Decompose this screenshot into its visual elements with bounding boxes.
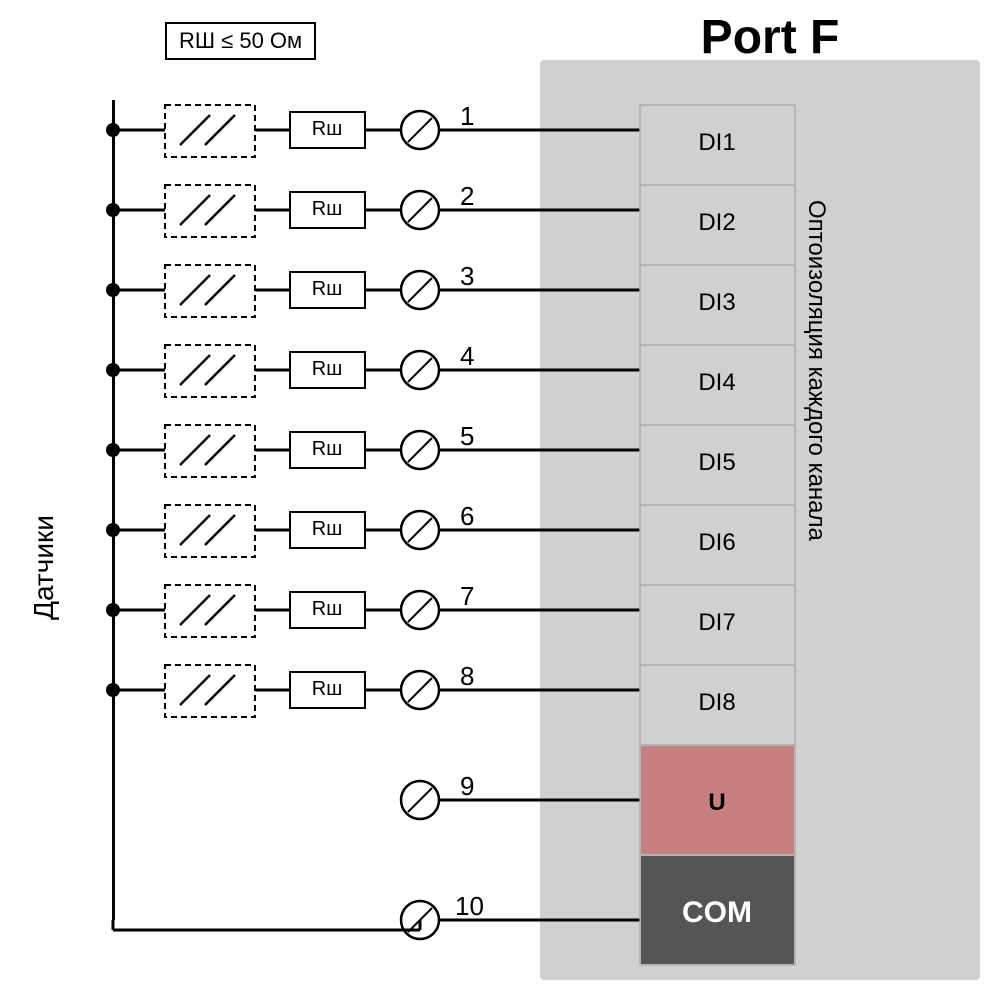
- svg-text:9: 9: [460, 771, 474, 801]
- svg-text:8: 8: [460, 661, 474, 691]
- svg-text:Rш: Rш: [312, 358, 343, 380]
- svg-text:Rш: Rш: [312, 598, 343, 620]
- svg-text:Rш: Rш: [312, 518, 343, 540]
- svg-text:Rш: Rш: [312, 278, 343, 300]
- svg-text:DI2: DI2: [698, 209, 735, 236]
- svg-text:DI4: DI4: [698, 369, 735, 396]
- svg-text:Rш: Rш: [312, 678, 343, 700]
- svg-text:7: 7: [460, 581, 474, 611]
- svg-text:6: 6: [460, 501, 474, 531]
- diagram-svg: Rш 1 Rш 2 Rш 3: [0, 0, 1000, 1000]
- svg-text:Rш: Rш: [312, 118, 343, 140]
- svg-text:2: 2: [460, 181, 474, 211]
- svg-text:DI6: DI6: [698, 529, 735, 556]
- svg-text:DI8: DI8: [698, 689, 735, 716]
- svg-text:DI7: DI7: [698, 609, 735, 636]
- svg-text:COM: COM: [682, 896, 752, 929]
- svg-text:5: 5: [460, 421, 474, 451]
- svg-text:3: 3: [460, 261, 474, 291]
- svg-text:DI3: DI3: [698, 289, 735, 316]
- svg-text:DI5: DI5: [698, 449, 735, 476]
- svg-text:Rш: Rш: [312, 438, 343, 460]
- diagram: Port F Оптоизоляция каждого канала Датчи…: [0, 0, 1000, 1000]
- svg-text:U: U: [708, 789, 725, 816]
- svg-text:DI1: DI1: [698, 129, 735, 156]
- svg-text:Rш: Rш: [312, 198, 343, 220]
- svg-text:4: 4: [460, 341, 474, 371]
- svg-text:1: 1: [460, 101, 474, 131]
- svg-text:10: 10: [455, 891, 484, 921]
